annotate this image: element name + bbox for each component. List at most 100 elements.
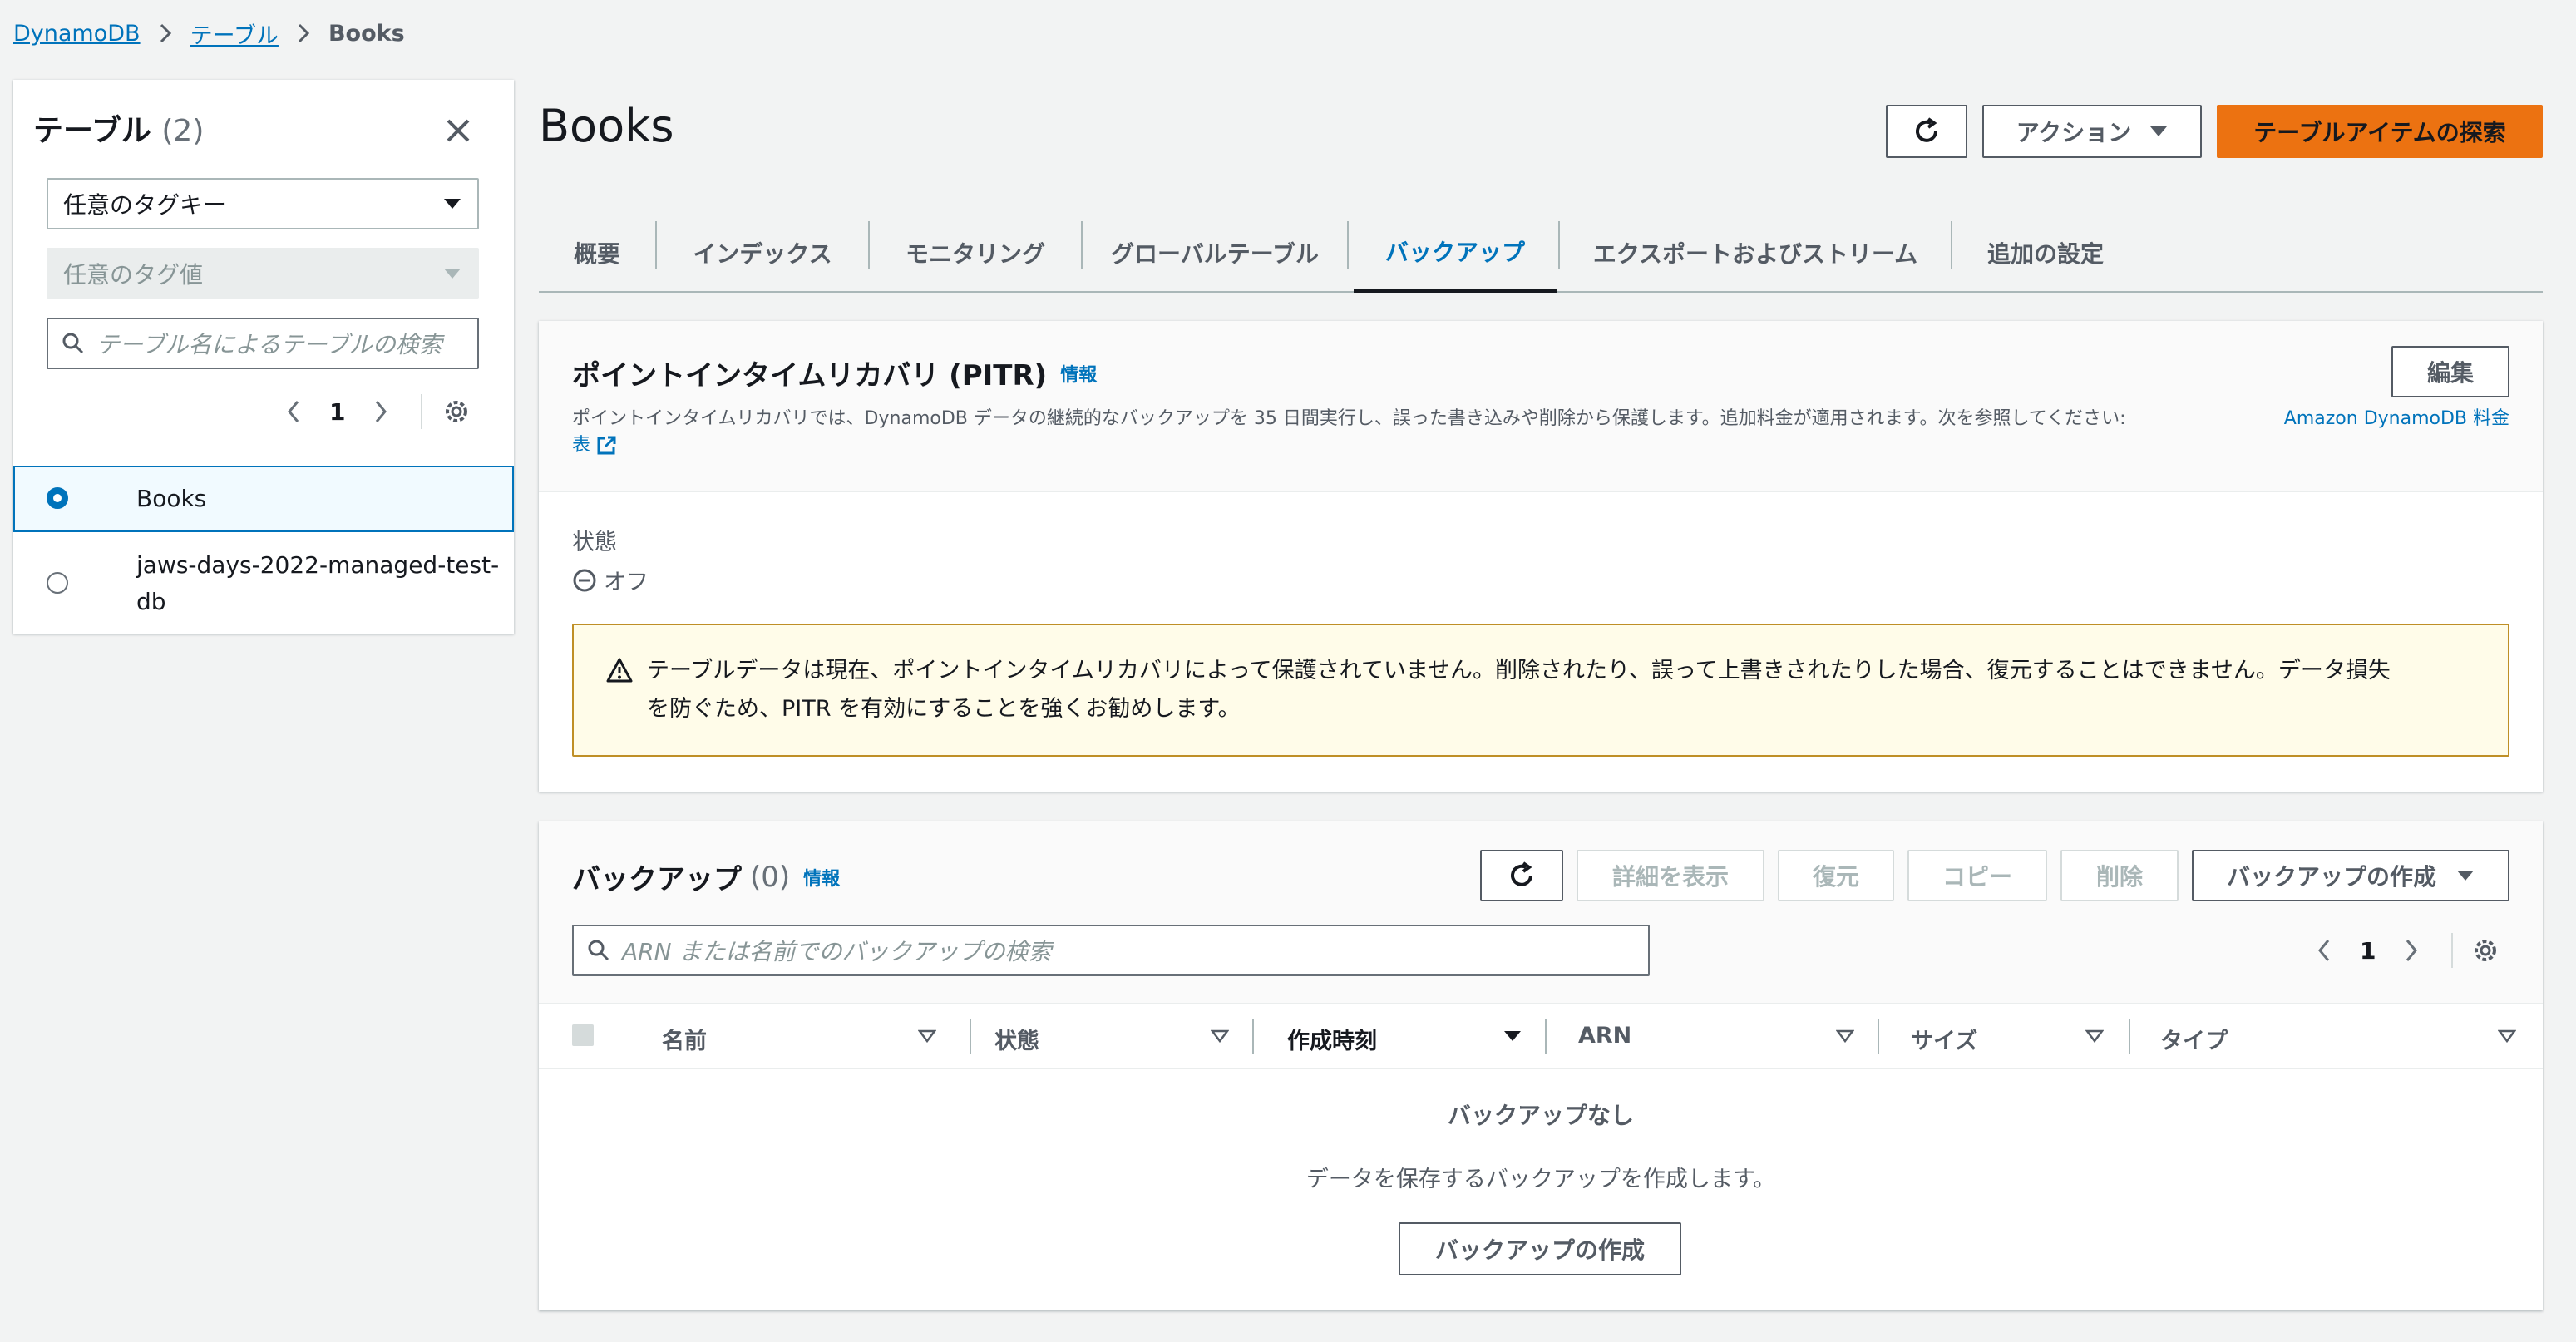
column-header-size[interactable]: サイズ <box>1911 1023 1977 1055</box>
backups-refresh-button[interactable] <box>1480 850 1563 901</box>
empty-create-backup-button[interactable]: バックアップの作成 <box>1399 1222 1681 1275</box>
actions-button-label: アクション <box>2016 119 2132 146</box>
caret-down-icon <box>442 197 462 210</box>
backup-search-input[interactable]: ARN または名前でのバックアップの検索 <box>572 925 1650 976</box>
tag-value-select: 任意のタグ値 <box>47 248 479 299</box>
page-title: Books <box>539 100 674 152</box>
sort-icon[interactable] <box>2085 1029 2104 1043</box>
sort-icon[interactable] <box>1211 1029 1229 1043</box>
table-name-jaws-line2: db <box>136 588 166 615</box>
pitr-warning-text: テーブルデータは現在、ポイントインタイムリカバリによって保護されていません。削除… <box>647 652 2391 728</box>
pitr-title: ポイントインタイムリカバリ (PITR) <box>572 359 1048 392</box>
search-icon <box>62 332 85 355</box>
pitr-warning-line1: テーブルデータは現在、ポイントインタイムリカバリによって保護されていません。削除… <box>647 658 2391 683</box>
pitr-info-link[interactable]: 情報 <box>1060 360 1097 387</box>
empty-state-description: データを保存するバックアップを作成します。 <box>1305 1167 1776 1192</box>
column-header-type[interactable]: タイプ <box>2160 1023 2228 1055</box>
tab-bar: 概要 インデックス モニタリング グローバルテーブル バックアップ エクスポート… <box>539 213 2543 293</box>
pitr-status-value: オフ <box>604 570 649 595</box>
breadcrumb-tables-link[interactable]: テーブル <box>190 17 279 50</box>
column-divider <box>970 1019 971 1054</box>
sort-icon[interactable] <box>1836 1029 1854 1043</box>
column-divider <box>1252 1019 1254 1054</box>
side-panel-title: テーブル (2) <box>33 106 204 150</box>
backup-search-placeholder: ARN または名前でのバックアップの検索 <box>622 938 1052 965</box>
table-search-input[interactable]: テーブル名によるテーブルの検索 <box>47 318 479 369</box>
column-header-name[interactable]: 名前 <box>662 1023 707 1055</box>
delete-button[interactable]: 削除 <box>2060 850 2179 901</box>
pitr-status-label: 状態 <box>572 530 617 555</box>
pricing-link[interactable]: Amazon DynamoDB 料金 <box>2284 406 2509 432</box>
chevron-right-icon <box>159 22 172 44</box>
pricing-link-end[interactable]: 表 <box>572 432 590 459</box>
caret-down-icon <box>442 267 462 280</box>
pagination-divider <box>2451 933 2453 968</box>
table-header-divider <box>539 1068 2543 1069</box>
create-backup-label: バックアップの作成 <box>2226 863 2436 891</box>
pitr-edit-button[interactable]: 編集 <box>2391 346 2509 397</box>
sort-icon[interactable] <box>2498 1029 2516 1043</box>
pitr-status: オフ <box>572 564 649 596</box>
select-all-checkbox <box>572 1024 594 1046</box>
refresh-button[interactable] <box>1886 105 1967 158</box>
restore-button[interactable]: 復元 <box>1778 850 1894 901</box>
backups-info-link[interactable]: 情報 <box>803 864 840 891</box>
tab-global-tables[interactable]: グローバルテーブル <box>1083 213 1347 293</box>
empty-state-title: バックアップなし <box>1447 1102 1634 1129</box>
status-off-icon <box>572 568 597 593</box>
side-pagination: 1 <box>286 394 388 429</box>
table-search-placeholder: テーブル名によるテーブルの検索 <box>96 331 442 358</box>
actions-button[interactable]: アクション <box>1982 105 2202 158</box>
copy-button[interactable]: コピー <box>1907 850 2047 901</box>
table-radio-books[interactable] <box>47 487 68 509</box>
chevron-left-icon[interactable] <box>286 399 301 424</box>
tab-monitoring[interactable]: モニタリング <box>870 213 1081 293</box>
sort-icon[interactable] <box>918 1029 936 1043</box>
table-row-books[interactable] <box>13 466 514 532</box>
pagination-divider <box>421 394 422 429</box>
table-count: (2) <box>161 114 205 148</box>
backups-header <box>539 821 2543 1004</box>
table-radio-jaws[interactable] <box>47 572 68 594</box>
tab-divider <box>1347 221 1349 269</box>
explore-items-button[interactable]: テーブルアイテムの探索 <box>2217 105 2543 158</box>
close-icon[interactable] <box>441 113 476 148</box>
gear-icon[interactable] <box>2471 936 2500 965</box>
tag-key-select[interactable]: 任意のタグキー <box>47 178 479 229</box>
view-details-button[interactable]: 詳細を表示 <box>1577 850 1764 901</box>
column-header-created[interactable]: 作成時刻 <box>1287 1023 1377 1055</box>
side-page-number[interactable]: 1 <box>329 398 345 426</box>
column-header-status[interactable]: 状態 <box>994 1023 1039 1055</box>
warning-icon <box>605 657 634 683</box>
backups-pagination: 1 <box>2317 933 2419 968</box>
backups-heading: バックアップ (0) 情報 <box>572 856 840 897</box>
pitr-heading: ポイントインタイムリカバリ (PITR) 情報 <box>572 353 1097 393</box>
pitr-description-line2: 表 <box>572 432 2509 459</box>
table-name-books: Books <box>136 485 207 512</box>
sort-descending-icon[interactable] <box>1503 1029 1522 1043</box>
chevron-right-icon <box>297 22 310 44</box>
tab-backups[interactable]: バックアップ <box>1354 213 1557 293</box>
gear-icon[interactable] <box>442 397 471 426</box>
table-name-jaws-line1: jaws-days-2022-managed-test- <box>136 551 500 579</box>
backups-page-number[interactable]: 1 <box>2360 937 2376 965</box>
tab-additional-settings[interactable]: 追加の設定 <box>1952 213 2139 293</box>
backups-title: バックアップ <box>572 863 742 896</box>
search-icon <box>587 939 610 962</box>
breadcrumb-current: Books <box>328 20 405 47</box>
tab-exports-streams[interactable]: エクスポートおよびストリーム <box>1560 213 1951 293</box>
create-backup-button[interactable]: バックアップの作成 <box>2192 850 2509 901</box>
chevron-right-icon[interactable] <box>2404 938 2419 963</box>
breadcrumb-dynamodb-link[interactable]: DynamoDB <box>13 21 141 47</box>
breadcrumb: DynamoDB テーブル Books <box>13 17 405 50</box>
chevron-right-icon[interactable] <box>373 399 388 424</box>
table-name-jaws: jaws-days-2022-managed-test- db <box>136 547 499 620</box>
chevron-left-icon[interactable] <box>2317 938 2332 963</box>
pitr-description-line1: ポイントインタイムリカバリでは、DynamoDB データの継続的なバックアップを… <box>572 406 2509 432</box>
tab-overview[interactable]: 概要 <box>539 213 655 293</box>
tag-key-select-value: 任意のタグキー <box>63 191 227 219</box>
column-header-arn[interactable]: ARN <box>1578 1023 1631 1048</box>
caret-down-icon <box>2456 869 2475 882</box>
tab-indexes[interactable]: インデックス <box>657 213 868 293</box>
column-divider <box>1545 1019 1547 1054</box>
